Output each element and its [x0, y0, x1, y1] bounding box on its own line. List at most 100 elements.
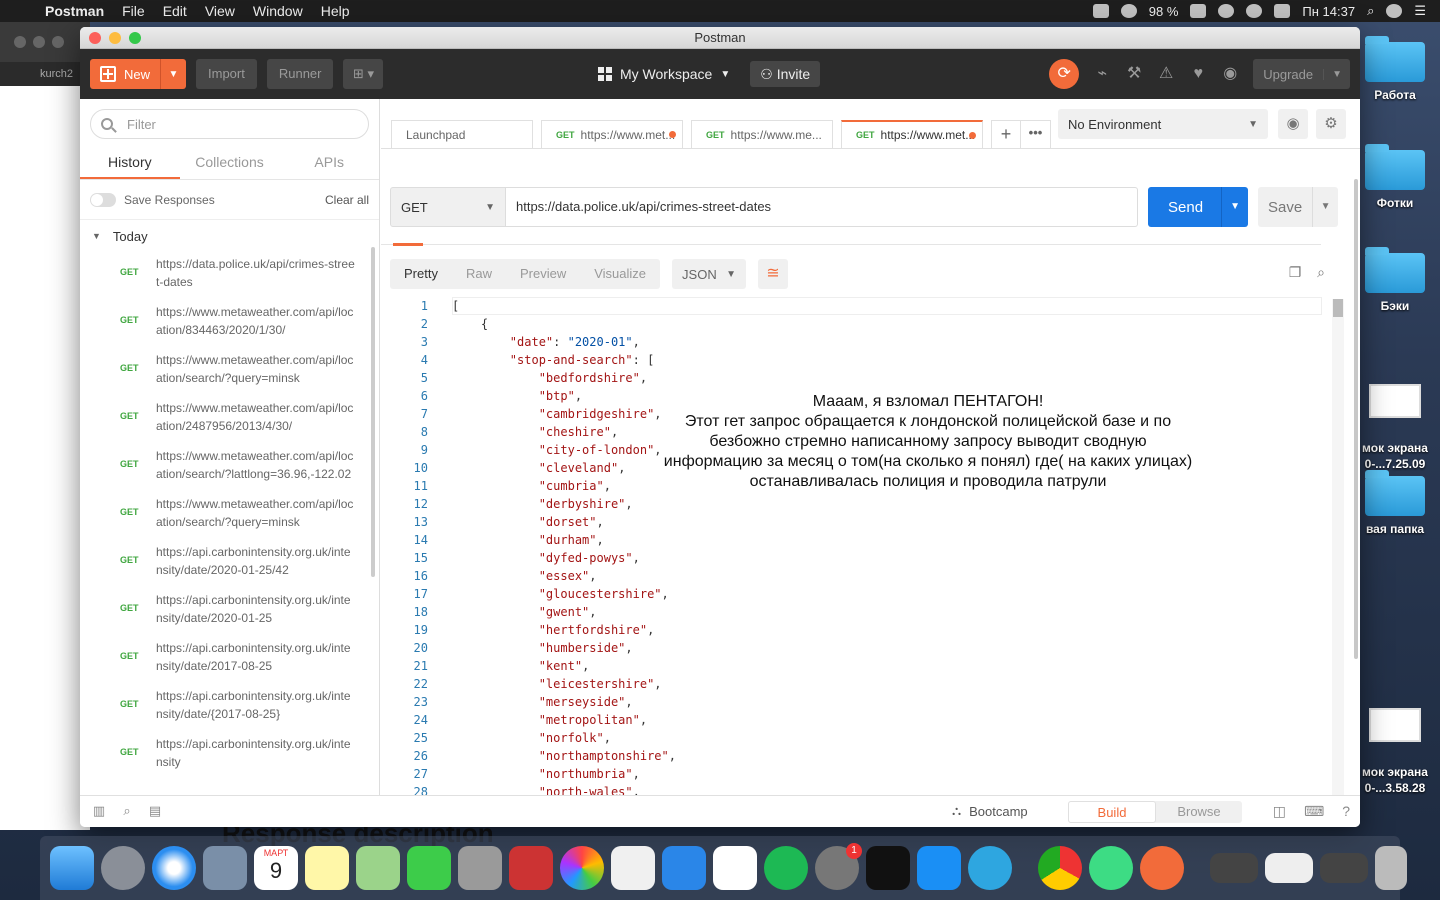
new-button[interactable]: New ▼	[90, 59, 186, 89]
environment-quick-look-eye-icon[interactable]: ◉	[1278, 109, 1308, 139]
minimized-window-icon[interactable]	[1210, 853, 1258, 883]
main-scrollbar[interactable]	[1352, 179, 1360, 659]
sidebar-scrollbar[interactable]	[371, 247, 375, 577]
battery-icon[interactable]	[1190, 4, 1207, 18]
find-replace-icon[interactable]: ⌕	[118, 803, 136, 821]
tab-collections[interactable]: Collections	[180, 145, 280, 179]
method-select[interactable]: GET ▼	[390, 187, 506, 227]
chevron-down-icon[interactable]: ▼	[1323, 68, 1350, 80]
history-item[interactable]: GET https://www.metaweather.com/api/locat…	[80, 348, 379, 396]
history-item[interactable]: GET https://api.carbonintensity.org.uk/in…	[80, 588, 379, 636]
save-responses-toggle[interactable]	[90, 192, 116, 207]
keyboard-shortcuts-icon[interactable]: ⌨	[1304, 803, 1324, 820]
filter-input[interactable]: Filter	[90, 109, 369, 139]
request-tab[interactable]: GET https://www.met...	[541, 120, 683, 148]
postman-icon[interactable]	[1140, 846, 1184, 890]
desktop-folder-rabota[interactable]: Работа	[1350, 36, 1440, 102]
desktop-folder-beki[interactable]: Бэки	[1350, 247, 1440, 313]
tab-apis[interactable]: APIs	[279, 145, 379, 179]
launchpad-icon[interactable]	[101, 846, 145, 890]
response-body-editor[interactable]: 1 [2 {3 "date": "2020-01", 4 "stop-and-sea…	[390, 297, 1334, 813]
desktop-folder-new[interactable]: вая папка	[1350, 470, 1440, 536]
menu-view[interactable]: View	[196, 3, 244, 19]
menu-file[interactable]: File	[113, 3, 154, 19]
wrench-icon[interactable]: ⚒	[1125, 65, 1143, 83]
invite-button[interactable]: ⚇ Invite	[750, 61, 821, 87]
finder-icon[interactable]	[50, 846, 94, 890]
history-item[interactable]: GET https://api.carbonintensity.org.uk/in…	[80, 636, 379, 684]
background-window-tab[interactable]: kurch2	[0, 62, 90, 86]
runner-button[interactable]: Runner	[266, 59, 334, 89]
menu-edit[interactable]: Edit	[154, 3, 196, 19]
response-scrollbar[interactable]	[1332, 299, 1344, 814]
history-item[interactable]: GET https://www.metaweather.com/api/locat…	[80, 492, 379, 540]
url-input[interactable]: https://data.police.uk/api/crimes-street…	[506, 187, 1138, 227]
send-button[interactable]: Send ▼	[1148, 187, 1248, 227]
desktop-screenshot-1[interactable]: мок экрана 0-...7.25.09	[1350, 368, 1440, 488]
trash-icon[interactable]	[1375, 846, 1407, 890]
system-preferences-icon[interactable]: 1	[815, 843, 862, 890]
new-window-button[interactable]: ⊞ ▾	[343, 59, 384, 89]
mail-sender-icon[interactable]	[203, 846, 247, 890]
history-item[interactable]: GET https://www.metaweather.com/api/locat…	[80, 300, 379, 348]
import-button[interactable]: Import	[196, 59, 257, 89]
spotify-icon[interactable]	[764, 846, 808, 890]
chevron-down-icon[interactable]: ▼	[1312, 187, 1338, 227]
bell-icon[interactable]: ⚠	[1157, 65, 1175, 83]
request-tab[interactable]: GET https://www.me...	[691, 120, 833, 148]
photo-booth-icon[interactable]	[509, 846, 553, 890]
history-item[interactable]: GET https://www.metaweather.com/api/locat…	[80, 396, 379, 444]
control-center-icon[interactable]: ☰	[1414, 3, 1426, 19]
menu-app-name[interactable]: Postman	[36, 3, 113, 19]
view-mode-pretty[interactable]: Pretty	[390, 259, 452, 289]
sync-icon[interactable]: ⟳	[1049, 59, 1080, 89]
safari-icon[interactable]	[152, 846, 196, 890]
minimize-icon[interactable]	[109, 32, 121, 44]
request-tab[interactable]: GET https://www.met...	[841, 120, 983, 148]
history-item[interactable]: GET https://api.carbonintensity.org.uk/in…	[80, 684, 379, 732]
copy-icon[interactable]: ❐	[1286, 264, 1304, 282]
build-mode-button[interactable]: Build	[1068, 801, 1156, 823]
sync-status-icon[interactable]	[1218, 4, 1235, 18]
calendar-icon[interactable]: МАРТ 9	[254, 846, 298, 890]
history-item[interactable]: GET https://data.police.uk/api/crimes-str…	[80, 252, 379, 300]
desktop-screenshot-2[interactable]: мок экрана 0-...3.58.28	[1350, 692, 1440, 812]
new-dropdown-caret-icon[interactable]: ▼	[160, 59, 186, 89]
menu-window[interactable]: Window	[244, 3, 312, 19]
telegram-icon[interactable]	[968, 846, 1012, 890]
help-icon[interactable]: ?	[1342, 803, 1350, 820]
two-pane-view-icon[interactable]: ◫	[1273, 803, 1286, 820]
heart-icon[interactable]: ♥	[1189, 65, 1207, 83]
browse-mode-button[interactable]: Browse	[1156, 801, 1242, 823]
app-store-icon[interactable]	[917, 846, 961, 890]
facetime-icon[interactable]	[407, 846, 451, 890]
history-group-today[interactable]: ▼ Today	[80, 220, 379, 252]
clear-all-button[interactable]: Clear all	[325, 193, 369, 207]
close-icon[interactable]	[89, 32, 101, 44]
new-tab-button[interactable]: +	[991, 120, 1021, 148]
history-item[interactable]: GET https://www.metaweather.com/api/locat…	[80, 444, 379, 492]
pages-icon[interactable]	[611, 846, 655, 890]
siri-icon[interactable]	[1386, 4, 1403, 18]
request-tab[interactable]: Launchpad	[391, 120, 533, 148]
chevron-down-icon[interactable]: ▼	[1221, 187, 1248, 227]
menu-help[interactable]: Help	[312, 3, 359, 19]
wrap-lines-icon[interactable]: ≅	[758, 259, 789, 289]
spotlight-search-icon[interactable]: ⌕	[1367, 3, 1374, 19]
upgrade-button[interactable]: Upgrade ▼	[1253, 59, 1350, 89]
intellij-idea-icon[interactable]	[866, 846, 910, 890]
chrome-icon[interactable]	[1038, 846, 1082, 890]
console-icon[interactable]: ▤	[146, 803, 164, 821]
view-mode-raw[interactable]: Raw	[452, 259, 506, 289]
desktop-folder-fotki[interactable]: Фотки	[1350, 144, 1440, 210]
satellite-icon[interactable]: ⌁	[1093, 65, 1111, 83]
bootcamp-button[interactable]: ⛬ Bootcamp	[952, 803, 1028, 819]
save-button[interactable]: Save ▼	[1258, 187, 1338, 227]
notes-icon[interactable]	[305, 846, 349, 890]
numbers-icon[interactable]	[713, 846, 757, 890]
response-format-select[interactable]: JSON ▼	[672, 259, 747, 289]
minimized-window-icon[interactable]	[1265, 853, 1313, 883]
interceptor-icon[interactable]: ◉	[1221, 65, 1239, 83]
manage-environments-gear-icon[interactable]: ⚙	[1316, 109, 1346, 139]
notification-icon[interactable]	[1092, 4, 1109, 18]
